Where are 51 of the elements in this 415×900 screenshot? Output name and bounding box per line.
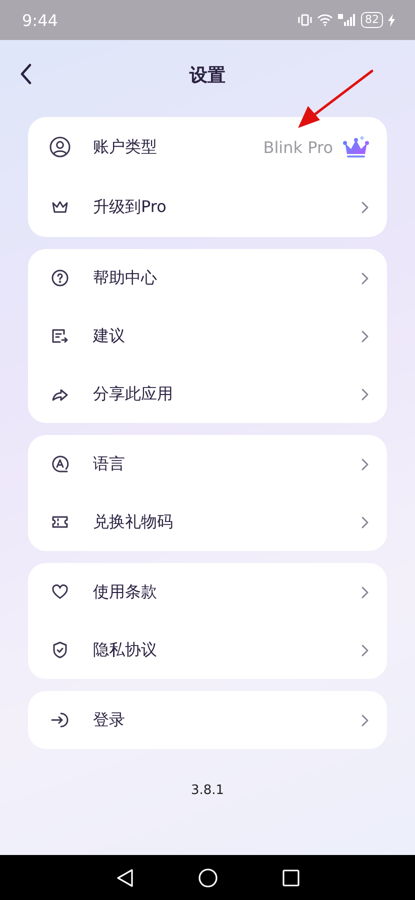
back-triangle-icon[interactable] <box>116 868 134 888</box>
settings-row[interactable]: 隐私协议 <box>28 621 387 679</box>
chevron-right-icon <box>361 458 369 470</box>
help-icon <box>51 269 69 287</box>
back-icon <box>20 63 32 85</box>
settings-row[interactable]: 登录 <box>28 691 387 749</box>
crown-icon <box>51 200 69 214</box>
chevron-right-icon <box>361 200 369 214</box>
chevron-right-icon <box>361 330 369 342</box>
chevron-right-icon <box>361 644 369 656</box>
feedback-icon <box>51 328 69 344</box>
status-time: 9:44 <box>22 10 58 30</box>
page-title: 设置 <box>190 64 226 87</box>
chevron-right-icon <box>361 272 369 284</box>
row-label: 分享此应用 <box>93 384 174 404</box>
user-icon <box>49 136 71 158</box>
chevron-right-icon <box>361 586 369 598</box>
row-label: 建议 <box>93 326 126 346</box>
settings-row[interactable]: 分享此应用 <box>28 365 387 423</box>
chevron-right-icon <box>361 714 369 726</box>
ticket-icon <box>51 515 69 529</box>
version-text: 3.8.1 <box>190 783 226 798</box>
row-label: 账户类型 <box>93 136 158 158</box>
language-icon <box>51 455 69 473</box>
row-label: 隐私协议 <box>93 640 158 660</box>
settings-row[interactable]: 建议 <box>28 307 387 365</box>
battery-level: 82 <box>361 12 383 28</box>
row-label: 升级到Pro <box>93 196 168 218</box>
row-label: 兑换礼物码 <box>93 512 174 532</box>
row-label: 登录 <box>93 710 126 730</box>
settings-row[interactable]: 使用条款 <box>28 563 387 621</box>
crown-icon <box>343 135 369 159</box>
settings-row[interactable]: 兑换礼物码 <box>28 493 387 551</box>
shield-icon <box>52 641 68 659</box>
vibrate-icon <box>298 14 312 26</box>
signal-icon <box>338 14 356 26</box>
chevron-right-icon <box>361 388 369 400</box>
login-icon <box>50 711 70 729</box>
heart-icon <box>51 584 69 600</box>
settings-row[interactable]: 账户类型 Blink Pro <box>28 117 387 177</box>
settings-row[interactable]: 升级到Pro <box>28 177 387 237</box>
recents-square-icon[interactable] <box>282 868 300 886</box>
wifi-icon <box>317 14 333 26</box>
row-value: Blink Pro <box>263 138 333 156</box>
row-label: 使用条款 <box>93 582 158 602</box>
settings-row[interactable]: 语言 <box>28 435 387 493</box>
row-label: 语言 <box>93 454 126 474</box>
row-label: 帮助中心 <box>93 268 158 288</box>
settings-row[interactable]: 帮助中心 <box>28 249 387 307</box>
home-circle-icon[interactable] <box>198 868 218 888</box>
chevron-right-icon <box>361 516 369 528</box>
